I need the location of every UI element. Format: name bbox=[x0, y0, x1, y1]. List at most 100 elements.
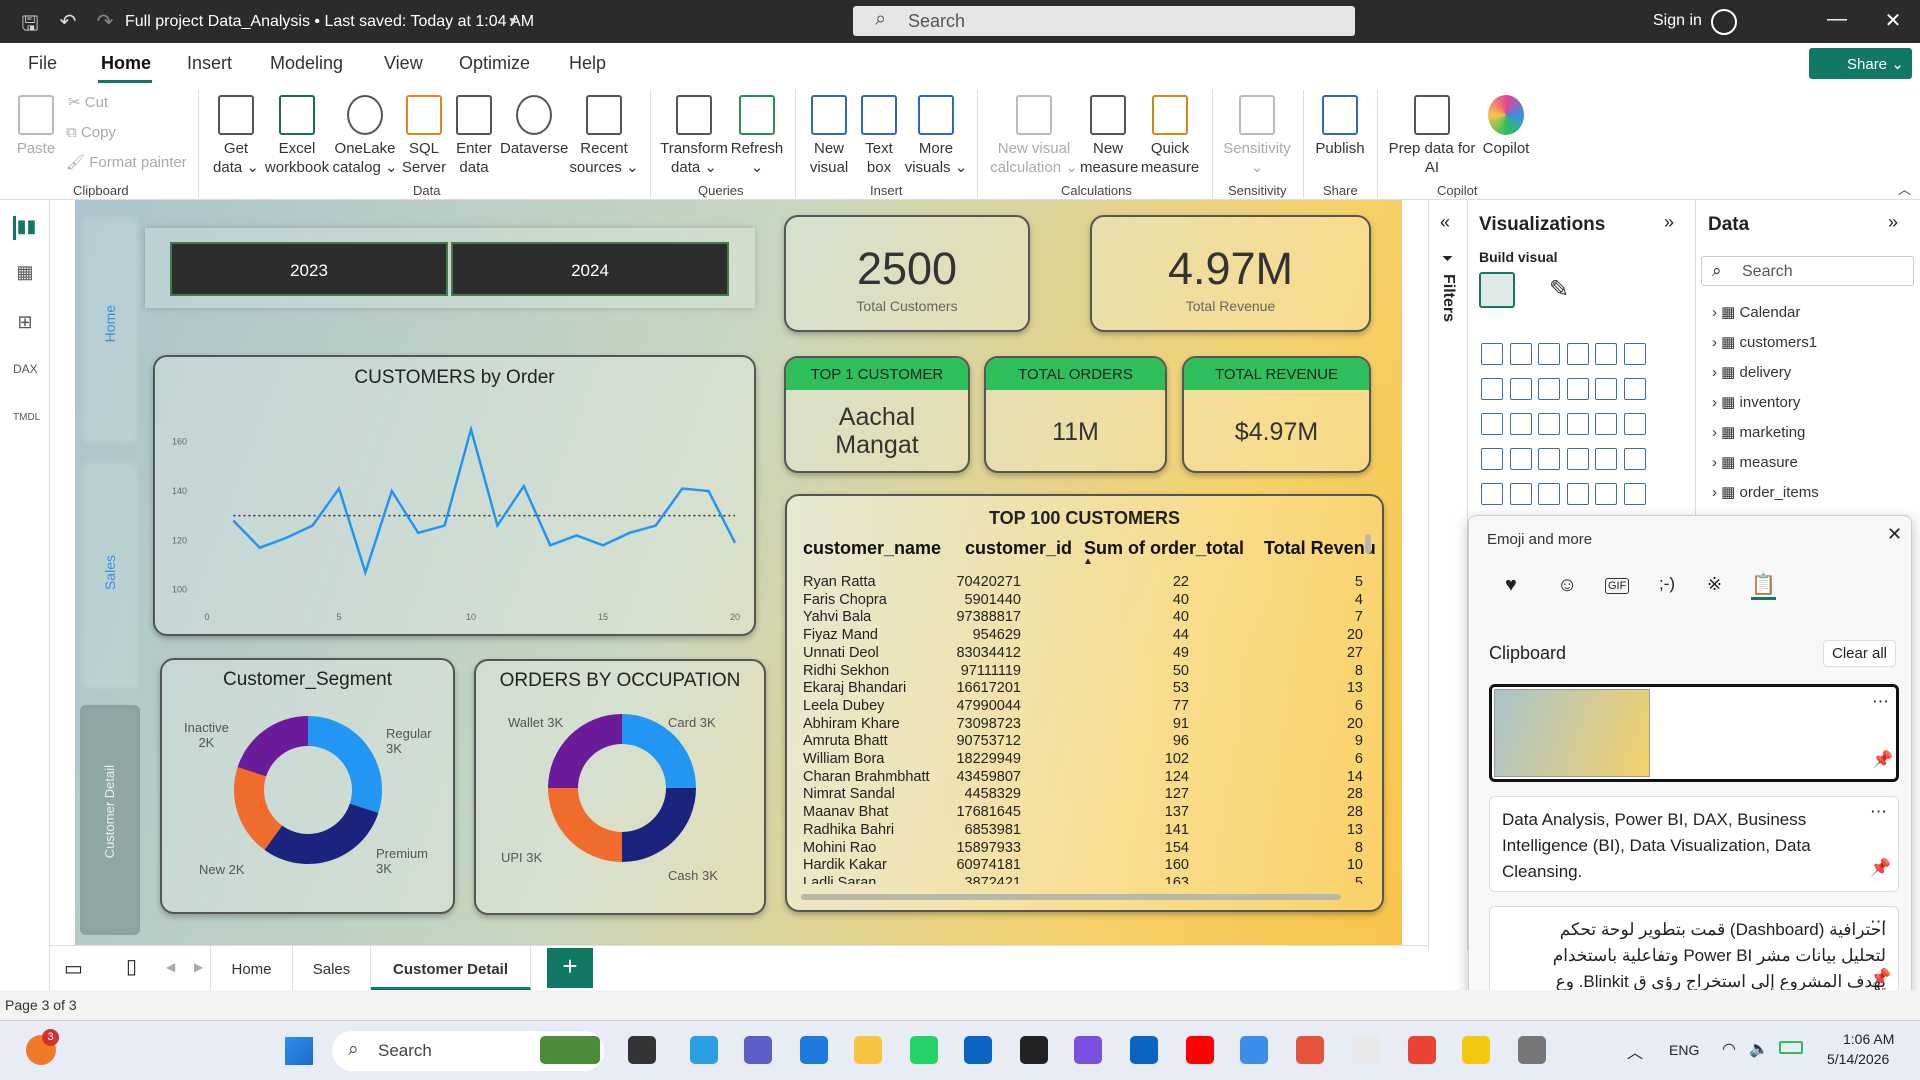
start-icon[interactable] bbox=[285, 1037, 313, 1065]
menu-modeling[interactable]: Modeling bbox=[270, 53, 343, 74]
recent-sources-button[interactable]: Recent sources ⌄ bbox=[568, 95, 640, 177]
column-header-customer-id[interactable]: customer_id bbox=[965, 538, 1072, 559]
filters-pane-collapsed[interactable]: « ⏷ Filters bbox=[1428, 200, 1468, 950]
donut-slice-premium[interactable] bbox=[264, 803, 379, 864]
clipboard-item-pin-icon[interactable]: 📌 bbox=[1870, 855, 1891, 881]
clipboard-item-pin-icon[interactable]: 📌 bbox=[1870, 965, 1891, 991]
table-row[interactable]: Faris Chopra 5901440 40 4 bbox=[803, 592, 1363, 610]
visual-type-icon[interactable] bbox=[1566, 343, 1589, 365]
column-header-customer-name[interactable]: customer_name bbox=[803, 538, 941, 559]
visual-type-icon[interactable] bbox=[1481, 343, 1503, 365]
menu-view[interactable]: View bbox=[384, 53, 423, 74]
visual-type-icon[interactable] bbox=[1481, 413, 1503, 435]
visual-type-icon[interactable] bbox=[1623, 378, 1646, 400]
format-visual-tab-icon[interactable]: ✎ bbox=[1549, 275, 1569, 304]
table-expand-icon[interactable]: › ▦ bbox=[1712, 364, 1740, 381]
visual-type-icon[interactable] bbox=[1595, 378, 1617, 400]
nav-sales-button[interactable]: Sales bbox=[80, 460, 140, 690]
visual-type-icon[interactable] bbox=[1509, 378, 1532, 400]
top-customers-table[interactable]: TOP 100 CUSTOMERS customer_name customer… bbox=[785, 494, 1384, 912]
table-expand-icon[interactable]: › ▦ bbox=[1712, 454, 1740, 471]
table-expand-icon[interactable]: › ▦ bbox=[1712, 484, 1740, 501]
total-orders-card[interactable]: TOTAL ORDERS 11M bbox=[984, 356, 1167, 473]
tab-customer-detail[interactable]: Customer Detail bbox=[371, 946, 531, 990]
total-revenue-card[interactable]: TOTAL REVENUE $4.97M bbox=[1182, 356, 1371, 473]
title-dropdown-icon[interactable]: ▼ bbox=[500, 14, 526, 40]
volume-icon[interactable]: 🔈 bbox=[1749, 1039, 1769, 1059]
mobile-layout-icon[interactable]: ▯ bbox=[126, 954, 137, 979]
table-row[interactable]: Ryan Ratta 70420271 22 5 bbox=[803, 574, 1363, 592]
battery-icon[interactable] bbox=[1779, 1041, 1803, 1054]
menu-file[interactable]: File bbox=[28, 53, 57, 74]
share-button[interactable]: Share ⌄ bbox=[1809, 48, 1912, 79]
visual-type-icon[interactable] bbox=[1509, 413, 1532, 435]
emoji-category-symbols-icon[interactable]: ※ bbox=[1707, 574, 1722, 595]
visual-type-icon[interactable] bbox=[1481, 448, 1503, 470]
visual-type-icon[interactable] bbox=[1623, 448, 1646, 470]
edge-icon[interactable] bbox=[800, 1036, 828, 1064]
clear-all-button[interactable]: Clear all bbox=[1823, 640, 1897, 667]
copilot-button[interactable]: Copilot bbox=[1478, 95, 1534, 158]
excel-workbook-button[interactable]: Excel workbook bbox=[262, 95, 332, 177]
menu-home[interactable]: Home bbox=[101, 53, 151, 74]
onelake-catalog-button[interactable]: OneLake catalog ⌄ bbox=[332, 95, 398, 177]
save-icon[interactable]: 🖫 bbox=[17, 9, 43, 35]
emoji-panel-close-icon[interactable]: ✕ bbox=[1887, 524, 1902, 545]
tmdl-view-icon[interactable]: TMDL bbox=[13, 412, 40, 436]
table-expand-icon[interactable]: › ▦ bbox=[1712, 334, 1740, 351]
publish-button[interactable]: Publish bbox=[1312, 95, 1368, 158]
top-customer-card[interactable]: TOP 1 CUSTOMER Aachal Mangat bbox=[784, 356, 970, 473]
sensitivity-button[interactable]: Sensitivity ⌄ bbox=[1222, 95, 1292, 177]
visual-type-icon[interactable] bbox=[1481, 483, 1503, 505]
expand-filters-icon[interactable]: « bbox=[1440, 212, 1450, 233]
sort-ascending-icon[interactable]: ▲ bbox=[1083, 556, 1093, 567]
data-search-box[interactable]: ⌕ Search bbox=[1701, 256, 1914, 286]
data-table-item[interactable]: › ▦ customers1 bbox=[1712, 333, 1817, 351]
visual-type-icon[interactable] bbox=[1595, 483, 1617, 505]
visual-type-icon[interactable] bbox=[1538, 343, 1560, 365]
series-line[interactable] bbox=[232, 424, 737, 577]
visual-type-icon[interactable] bbox=[1538, 413, 1560, 435]
new-measure-button[interactable]: New measure bbox=[1080, 95, 1138, 177]
donut-slice-upi[interactable] bbox=[548, 788, 622, 862]
customer-segment-chart[interactable]: Customer_Segment Inactive 2K Regular 3K Ne… bbox=[160, 658, 455, 914]
visual-studio-icon[interactable] bbox=[1074, 1036, 1102, 1064]
table-row[interactable]: Charan Brahmbhatt 43459807 124 14 bbox=[803, 769, 1363, 787]
gemini-icon[interactable] bbox=[1240, 1036, 1268, 1064]
linkedin-icon[interactable] bbox=[1130, 1036, 1158, 1064]
format-painter-button[interactable]: 🖌 Format painter bbox=[66, 153, 187, 172]
table-row[interactable]: Ekaraj Bhandari 16617201 53 13 bbox=[803, 680, 1363, 698]
total-customers-card[interactable]: 2500 Total Customers bbox=[784, 215, 1030, 332]
power-bi-icon[interactable] bbox=[1462, 1036, 1490, 1064]
clipboard-item-more-icon[interactable]: ⋯ bbox=[1870, 799, 1887, 825]
data-table-item[interactable]: › ▦ marketing bbox=[1712, 423, 1805, 441]
paste-button[interactable]: Paste bbox=[14, 95, 58, 158]
table-view-icon[interactable]: ▦ bbox=[13, 262, 37, 286]
emoji-category-clipboard-icon[interactable]: 📋 bbox=[1751, 572, 1776, 600]
table-row[interactable]: Fiyaz Mand 954629 44 20 bbox=[803, 627, 1363, 645]
desktop-layout-icon[interactable]: ▭ bbox=[64, 956, 83, 981]
menu-insert[interactable]: Insert bbox=[187, 53, 232, 74]
emoji-category-smiley-icon[interactable]: ☺ bbox=[1557, 574, 1577, 597]
more-visuals-button[interactable]: More visuals ⌄ bbox=[904, 95, 968, 177]
data-table-item[interactable]: › ▦ order_items bbox=[1712, 483, 1819, 501]
visual-type-icon[interactable] bbox=[1481, 378, 1503, 400]
table-row[interactable]: Radhika Bahri 6853981 141 13 bbox=[803, 822, 1363, 840]
horizontal-scrollbar[interactable] bbox=[801, 894, 1341, 900]
wifi-icon[interactable]: ◠ bbox=[1722, 1039, 1736, 1059]
menu-optimize[interactable]: Optimize bbox=[459, 53, 530, 74]
visual-type-icon[interactable] bbox=[1538, 483, 1560, 505]
close-window-icon[interactable]: ✕ bbox=[1878, 8, 1908, 33]
data-table-item[interactable]: › ▦ delivery bbox=[1712, 363, 1791, 381]
visual-type-icon[interactable] bbox=[1595, 343, 1617, 365]
orders-by-occupation-chart[interactable]: ORDERS BY OCCUPATION Wallet 3K Card 3K U… bbox=[474, 659, 766, 915]
table-row[interactable]: Amruta Bhatt 90753712 96 9 bbox=[803, 733, 1363, 751]
collapse-ribbon-icon[interactable]: ︿ bbox=[1898, 180, 1911, 199]
tab-sales[interactable]: Sales bbox=[293, 946, 371, 990]
data-table-item[interactable]: › ▦ measure bbox=[1712, 453, 1798, 471]
visual-type-icon[interactable] bbox=[1538, 448, 1560, 470]
file-explorer-icon[interactable] bbox=[854, 1036, 882, 1064]
donut-slice-inactive[interactable] bbox=[237, 716, 308, 777]
transform-data-button[interactable]: Transform data ⌄ bbox=[660, 95, 728, 177]
donut-slice-cash[interactable] bbox=[622, 788, 696, 862]
